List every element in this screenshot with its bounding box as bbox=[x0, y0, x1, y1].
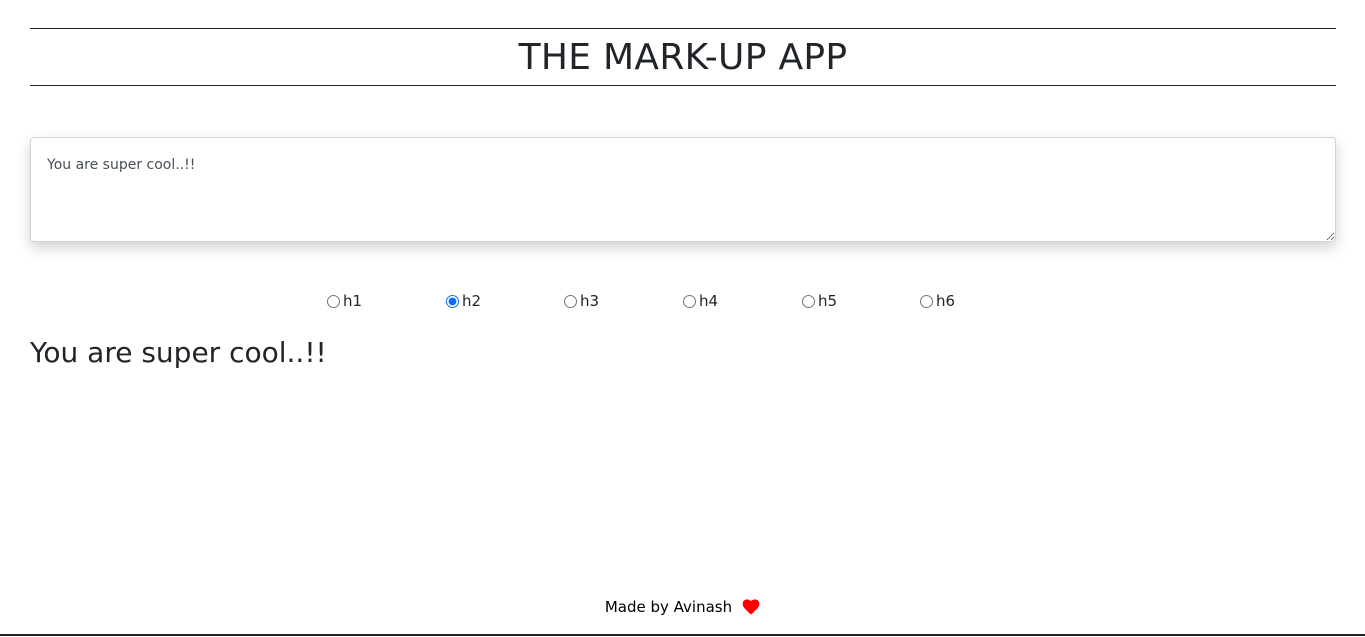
radio-label-h4: h4 bbox=[699, 292, 719, 310]
radio-h2[interactable] bbox=[446, 294, 459, 308]
radio-h6[interactable] bbox=[920, 294, 933, 308]
footer-credit-text: Made by Avinash bbox=[604, 598, 733, 616]
radio-label-h5: h5 bbox=[818, 292, 838, 310]
heading-option-h1[interactable]: h1 bbox=[327, 292, 362, 310]
radio-h5[interactable] bbox=[802, 294, 815, 308]
footer: Made by Avinash bbox=[0, 596, 1365, 618]
rendered-preview-heading: You are super cool..!! bbox=[30, 336, 327, 369]
radio-label-h2: h2 bbox=[462, 292, 482, 310]
radio-h1[interactable] bbox=[327, 294, 340, 308]
heading-option-h6[interactable]: h6 bbox=[920, 292, 955, 310]
heading-option-h2[interactable]: h2 bbox=[446, 292, 481, 310]
radio-label-h3: h3 bbox=[580, 292, 600, 310]
bottom-divider bbox=[0, 634, 1365, 636]
radio-h4[interactable] bbox=[683, 294, 696, 308]
heading-level-selector: h1 h2 h3 h4 h5 h6 bbox=[0, 292, 1365, 314]
markup-app-page: THE MARK-UP APP h1 h2 h3 h4 h5 h6 You ar… bbox=[0, 0, 1365, 637]
heading-option-h5[interactable]: h5 bbox=[802, 292, 837, 310]
heading-option-h4[interactable]: h4 bbox=[683, 292, 718, 310]
heart-icon bbox=[742, 599, 760, 615]
radio-h3[interactable] bbox=[564, 294, 577, 308]
app-header: THE MARK-UP APP bbox=[30, 28, 1336, 86]
heading-option-h3[interactable]: h3 bbox=[564, 292, 599, 310]
markup-text-input[interactable] bbox=[30, 137, 1336, 242]
radio-label-h6: h6 bbox=[936, 292, 956, 310]
app-title: THE MARK-UP APP bbox=[518, 36, 848, 78]
radio-label-h1: h1 bbox=[343, 292, 363, 310]
